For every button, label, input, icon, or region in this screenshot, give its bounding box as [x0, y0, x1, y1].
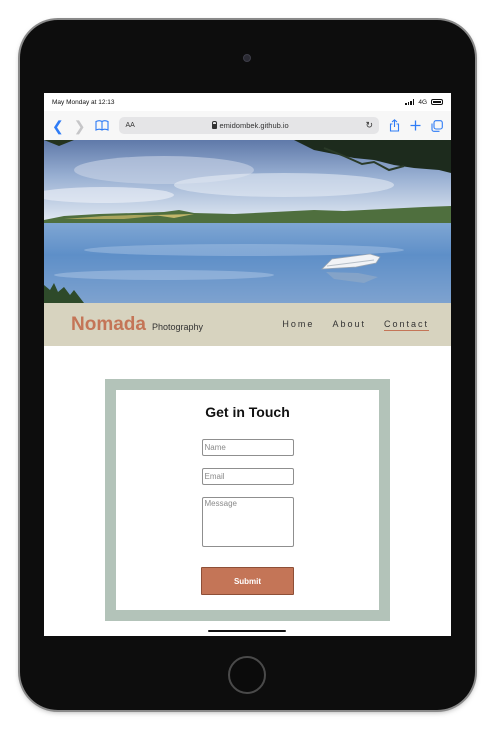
site-header: Nomada Photography Home About Contact	[44, 303, 451, 346]
browser-toolbar: ❮ ❯ AA emidombek.github.io ↻	[44, 111, 451, 140]
lock-icon	[211, 121, 218, 129]
submit-button[interactable]: Submit	[201, 567, 294, 595]
hero-image	[44, 140, 451, 303]
brand-subtitle: Photography	[151, 321, 204, 332]
brand-name[interactable]: Nomada	[71, 314, 146, 336]
reload-icon[interactable]: ↻	[365, 120, 373, 131]
url-text: emidombek.github.io	[219, 121, 289, 130]
status-bar: May Monday at 12:13 4G	[44, 93, 451, 111]
text-size-button[interactable]: AA	[125, 122, 134, 129]
message-input[interactable]	[201, 497, 294, 547]
status-indicators: 4G	[405, 99, 443, 106]
home-indicator	[208, 630, 286, 632]
forward-icon[interactable]: ❯	[74, 119, 86, 133]
name-input[interactable]	[201, 439, 294, 456]
status-time: May Monday at 12:13	[52, 98, 115, 106]
email-input[interactable]	[201, 468, 294, 485]
address-bar[interactable]: AA emidombek.github.io ↻	[119, 117, 379, 134]
form-title: Get in Touch	[205, 404, 290, 420]
share-icon[interactable]	[389, 119, 400, 132]
home-button[interactable]	[228, 656, 266, 694]
main-nav: Home About Contact	[282, 319, 429, 331]
battery-icon	[431, 99, 443, 105]
brand[interactable]: Nomada Photography	[71, 314, 203, 336]
contact-section: Get in Touch Submit	[44, 346, 451, 636]
bookmarks-icon[interactable]	[95, 120, 110, 131]
nav-home[interactable]: Home	[282, 319, 314, 331]
url-display[interactable]: emidombek.github.io	[135, 121, 366, 130]
contact-form: Get in Touch Submit	[105, 379, 390, 621]
nav-contact[interactable]: Contact	[383, 319, 429, 331]
signal-icon	[405, 99, 415, 105]
nav-about[interactable]: About	[332, 319, 366, 331]
tabs-icon[interactable]	[431, 119, 443, 132]
network-label: 4G	[418, 98, 427, 106]
front-camera	[243, 54, 251, 62]
back-icon[interactable]: ❮	[52, 119, 64, 133]
new-tab-icon[interactable]	[410, 120, 421, 131]
ipad-screen: May Monday at 12:13 4G ❮ ❯ AA emidombek.…	[44, 93, 451, 636]
